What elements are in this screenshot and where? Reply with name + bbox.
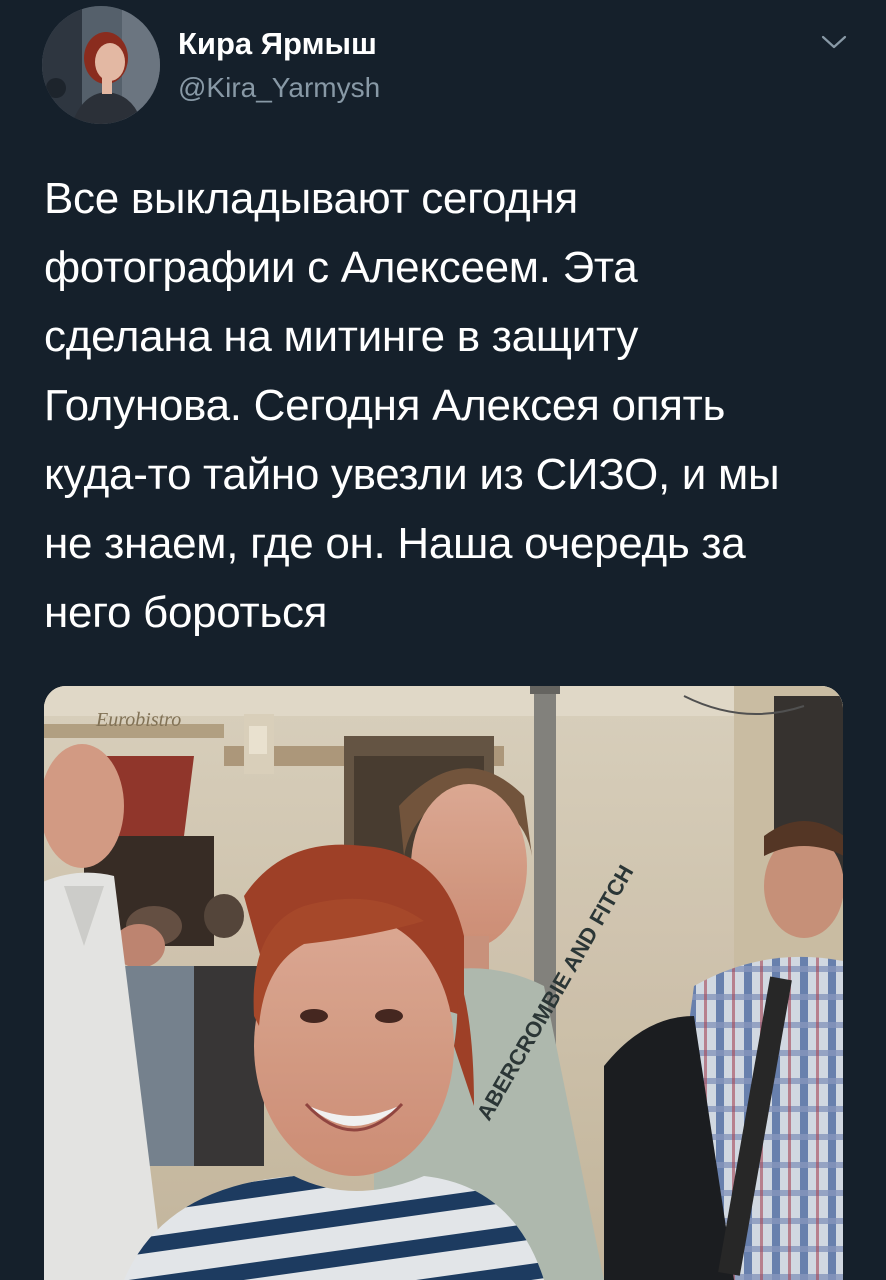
tweet-text-line: него бороться [44, 588, 328, 637]
author-display-name[interactable]: Кира Ярмыш [178, 26, 377, 62]
tweet-text-line: Все выкладывают сегодня [44, 174, 578, 223]
chevron-down-icon [821, 35, 847, 49]
street-photo-image: Eurobistro ABERCROMBIE AND FITCH [44, 686, 843, 1280]
tweet-photo[interactable]: Eurobistro ABERCROMBIE AND FITCH [44, 686, 843, 1280]
tweet-text-line: не знаем, где он. Наша очередь за [44, 519, 746, 568]
tweet-text-line: сделана на митинге в защиту [44, 312, 639, 361]
tweet-text-line: куда-то тайно увезли из СИЗО, и мы [44, 450, 780, 499]
tweet-text-line: фотографии с Алексеем. Эта [44, 243, 638, 292]
tweet-text: Все выкладывают сегодня фотографии с Але… [44, 164, 854, 647]
tweet-text-line: Голунова. Сегодня Алексея опять [44, 381, 726, 430]
tweet: Кира Ярмыш @Kira_Yarmysh Все выкладывают… [0, 0, 886, 1280]
profile-photo-icon [42, 6, 160, 124]
tweet-menu-button[interactable] [818, 26, 850, 58]
author-handle[interactable]: @Kira_Yarmysh [178, 72, 380, 104]
author-avatar[interactable] [42, 6, 160, 124]
